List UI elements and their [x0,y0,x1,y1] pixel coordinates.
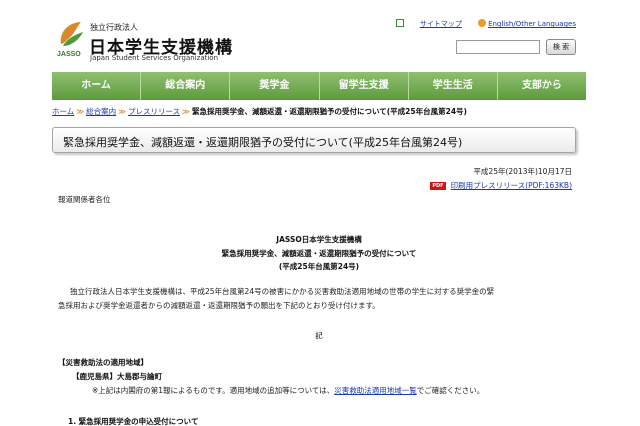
breadcrumb-press[interactable]: プレスリリース [128,107,180,116]
org-english-name: Japan Student Services Organization [90,54,219,62]
sitemap-icon [395,19,404,27]
page: JASSO 独立行政法人 日本学生支援機構 Japan Student Serv… [52,0,586,426]
org-type-label: 独立行政法人 [90,23,138,32]
pdf-icon: PDF [430,182,446,190]
note-after: でご確認ください。 [416,386,485,395]
note-text: ※上記は内閣府の第1報によるものです。適用地域の追加等については、災害救助法適用… [92,385,484,396]
sitemap-link[interactable]: サイトマップ [420,20,462,28]
disaster-area-list-link[interactable]: 災害救助法適用地域一覧 [334,386,417,395]
nav-international[interactable]: 留学生支援 [320,72,409,100]
search-button[interactable]: 検 索 [546,39,576,55]
breadcrumb-separator: ≫ [118,107,126,116]
jasso-logo[interactable]: JASSO [57,18,85,58]
breadcrumb-home[interactable]: ホーム [52,107,74,116]
english-link[interactable]: English/Other Languages [488,20,576,28]
region-item: 【鹿児島県】大島郡与論町 [72,372,162,381]
addressee: 報道関係者各位 [58,195,111,204]
page-title: 緊急採用奨学金、減額返還・返還期限猶予の受付について(平成25年台風第24号) [63,136,463,149]
search-input[interactable] [456,40,540,54]
breadcrumb: ホーム ≫ 総合案内 ≫ プレスリリース ≫ 緊急採用奨学金、減額返還・返還期限猶予の受付に… [52,106,586,117]
numbered-item-1: 1. 緊急採用奨学金の申込受付について [68,417,199,426]
intro-paragraph-line1: 独立行政法人日本学生支援機構は、平成25年台風第24号の被害にかかる災害救助法適… [70,287,495,296]
pdf-link[interactable]: 印刷用プレスリリース(PDF:163KB) [451,181,572,190]
breadcrumb-separator: ≫ [182,107,190,116]
logo-text: JASSO [57,51,81,58]
nav-student-life[interactable]: 学生生活 [409,72,498,100]
release-title-heading: 緊急採用奨学金、減額返還・返還期限猶予の受付について [221,249,417,258]
release-subtitle-heading: (平成25年台風第24号) [278,262,360,271]
nav-branches[interactable]: 支部から [498,72,586,100]
pdf-download: PDF 印刷用プレスリリース(PDF:163KB) [430,180,572,191]
breadcrumb-current: 緊急採用奨学金、減額返還・返還期限猶予の受付について(平成25年台風第24号) [191,107,467,116]
breadcrumb-about[interactable]: 総合案内 [86,107,116,116]
breadcrumb-separator: ≫ [76,107,85,116]
page-title-box: 緊急採用奨学金、減額返還・返還期限猶予の受付について(平成25年台風第24号) [52,127,576,153]
main-nav: ホーム 総合案内 奨学金 留学生支援 学生生活 支部から [52,72,586,100]
nav-scholarship[interactable]: 奨学金 [230,72,320,100]
top-links: サイトマップ English/Other Languages [395,19,576,29]
section-heading: 【災害救助法の適用地域】 [58,358,148,367]
intro-paragraph-line2: 急採用および奨学金返還者からの減額返還・返還期限猶予の願出を下記のとおり受け付け… [58,301,380,310]
header: JASSO 独立行政法人 日本学生支援機構 Japan Student Serv… [52,0,586,72]
release-org-heading: JASSO日本学生支援機構 [276,235,362,244]
release-date: 平成25年(2013年)10月17日 [473,167,572,176]
ki-heading: 記 [315,331,323,340]
nav-about[interactable]: 総合案内 [141,72,231,100]
nav-home[interactable]: ホーム [52,72,142,100]
note-before: ※上記は内閣府の第1報によるものです。適用地域の追加等については、 [92,386,335,395]
globe-icon [478,19,487,27]
